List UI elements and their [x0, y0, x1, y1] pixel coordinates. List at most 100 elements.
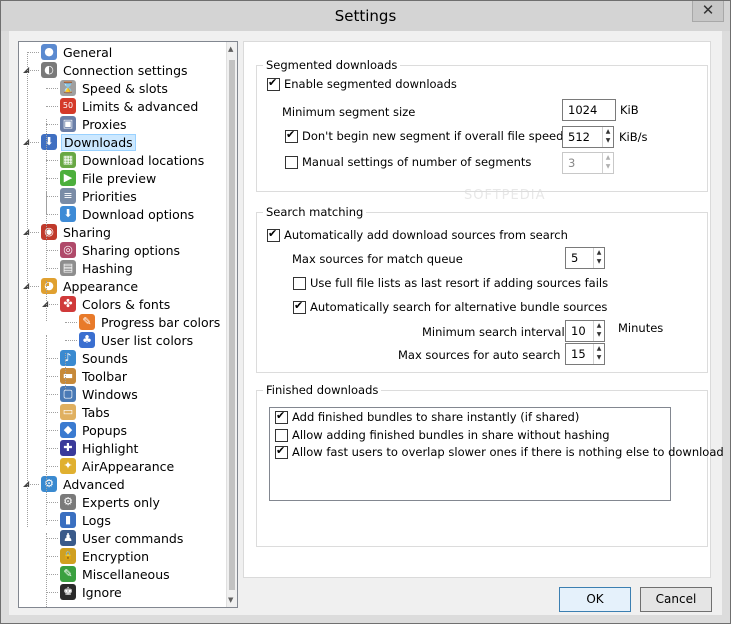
spinner-arrows-icon[interactable]: ▲ ▼ — [593, 344, 604, 364]
scroll-down-icon[interactable]: ▼ — [228, 596, 233, 604]
tree-item-general[interactable]: ● General — [41, 43, 114, 61]
max-queue-spinner[interactable]: 5 ▲ ▼ — [565, 247, 605, 269]
tree-item-encryption[interactable]: 🔒 Encryption — [60, 547, 151, 565]
min-segment-unit: KiB — [620, 103, 639, 117]
checkbox-box[interactable] — [267, 227, 280, 242]
checkbox-label: Enable segmented downloads — [284, 77, 457, 91]
tree-item-advanced[interactable]: ⚙ Advanced — [41, 475, 127, 493]
auto-search-bundle-checkbox[interactable]: Automatically search for alternative bun… — [293, 299, 607, 314]
tree-connector — [46, 592, 58, 593]
tree-connector — [46, 106, 58, 107]
tree-item-progress-bar-colors[interactable]: ✎ Progress bar colors — [79, 313, 222, 331]
full-file-lists-checkbox[interactable]: Use full file lists as last resort if ad… — [293, 276, 608, 290]
tree-item-miscellaneous[interactable]: ✎ Miscellaneous — [60, 565, 172, 583]
tree-item-label: Popups — [82, 422, 128, 438]
tree-item-toolbar[interactable]: ▬ Toolbar — [60, 367, 129, 385]
ok-button[interactable]: OK — [559, 587, 631, 612]
tree-item-file-preview[interactable]: ▶ File preview — [60, 169, 158, 187]
tree-item-label: Windows — [82, 386, 138, 402]
dont-begin-segment-checkbox[interactable]: Don't begin new segment if overall file … — [285, 128, 606, 143]
tree-item-priorities[interactable]: ≡ Priorities — [60, 187, 139, 205]
checkbox-label: Manual settings of number of segments — [302, 155, 532, 169]
tree-item-download-options[interactable]: ⬇ Download options — [60, 205, 196, 223]
group-title: Segmented downloads — [263, 58, 401, 72]
spinner-arrows-icon[interactable]: ▲ ▼ — [602, 127, 613, 147]
tree-item-appearance[interactable]: ◕ Appearance — [41, 277, 140, 295]
tree-item-limits-advanced[interactable]: 50 Limits & advanced — [60, 97, 200, 115]
input-value: 10 — [571, 324, 586, 338]
tree-item-popups[interactable]: ◆ Popups — [60, 421, 129, 439]
tree-scrollbar[interactable]: ▲ ▼ — [226, 42, 237, 607]
tree-item-proxies[interactable]: ▣ Proxies — [60, 115, 129, 133]
tree-item-sharing-options[interactable]: ◎ Sharing options — [60, 241, 182, 259]
tree-item-label: Download locations — [82, 152, 205, 168]
max-auto-sources-label: Max sources for auto search — [398, 348, 561, 362]
tree-item-connection-settings[interactable]: ◐ Connection settings — [41, 61, 190, 79]
checkbox-box[interactable] — [293, 299, 306, 314]
list-item[interactable]: Add finished bundles to share instantly … — [275, 409, 579, 424]
checkbox-box[interactable] — [285, 128, 298, 143]
checkbox-box[interactable] — [275, 409, 288, 424]
cancel-button[interactable]: Cancel — [640, 587, 712, 612]
checkbox-box[interactable] — [267, 76, 280, 91]
list-item[interactable]: Allow adding finished bundles in share w… — [275, 428, 610, 442]
sharing-options-icon: ◎ — [60, 242, 76, 258]
speed-limit-spinner[interactable]: 512 ▲ ▼ — [562, 126, 614, 148]
tree-item-label: AirAppearance — [82, 458, 175, 474]
scroll-up-icon[interactable]: ▲ — [228, 45, 233, 53]
downloads-icon: ⬇ — [41, 134, 57, 150]
checkbox-box[interactable] — [275, 444, 288, 459]
tree-item-label: Downloads — [61, 133, 136, 151]
tree-connector — [46, 358, 58, 359]
checkbox-label: Don't begin new segment if overall file … — [302, 129, 606, 143]
auto-add-sources-checkbox[interactable]: Automatically add download sources from … — [267, 227, 568, 242]
checkbox-box[interactable] — [275, 428, 288, 442]
tree-item-logs[interactable]: ▮ Logs — [60, 511, 113, 529]
tree-item-colors-fonts[interactable]: ✤ Colors & fonts — [60, 295, 172, 313]
finished-options-list[interactable]: Add finished bundles to share instantly … — [269, 407, 724, 501]
advanced-icon: ⚙ — [41, 476, 57, 492]
checkbox-box[interactable] — [285, 155, 298, 169]
tree-item-tabs[interactable]: ▭ Tabs — [60, 403, 112, 421]
scroll-thumb[interactable] — [229, 60, 235, 590]
tree-item-experts-only[interactable]: ⚙ Experts only — [60, 493, 162, 511]
tree-item-ignore[interactable]: ♚ Ignore — [60, 583, 124, 601]
tree-item-sharing[interactable]: ◉ Sharing — [41, 223, 113, 241]
tree-item-user-commands[interactable]: ♟ User commands — [60, 529, 185, 547]
enable-segmented-checkbox[interactable]: Enable segmented downloads — [267, 76, 457, 91]
tree-item-highlight[interactable]: ✚ Highlight — [60, 439, 140, 457]
tree-item-user-list-colors[interactable]: ♣ User list colors — [79, 331, 195, 349]
tree-item-airappearance[interactable]: ✦ AirAppearance — [60, 457, 176, 475]
title-bar[interactable]: Settings ✕ — [1, 1, 730, 31]
spinner-arrows-icon[interactable]: ▲ ▼ — [593, 248, 604, 268]
proxy-icon: ▣ — [60, 116, 76, 132]
tree-connector — [46, 394, 58, 395]
tree-item-hashing[interactable]: ▤ Hashing — [60, 259, 135, 277]
checkbox-box[interactable] — [293, 276, 306, 290]
tree-connector — [46, 88, 58, 89]
tree-item-sounds[interactable]: ♪ Sounds — [60, 349, 130, 367]
max-auto-sources-spinner[interactable]: 15 ▲ ▼ — [565, 343, 605, 365]
air-appearance-icon: ✦ — [60, 458, 76, 474]
tree-connector — [27, 52, 28, 527]
settings-tree[interactable]: ▲ ▼ ● General ◢ ◐ Connection settings ⌛ Speed … — [18, 41, 238, 608]
tree-item-windows[interactable]: ▢ Windows — [60, 385, 140, 403]
sharing-icon: ◉ — [41, 224, 57, 240]
min-segment-size-label: Minimum segment size — [282, 105, 416, 119]
tree-item-label: Speed & slots — [82, 80, 168, 96]
interval-unit: Minutes — [618, 321, 664, 335]
tree-item-label: Proxies — [82, 116, 127, 132]
spinner-arrows-icon[interactable]: ▲ ▼ — [593, 321, 604, 341]
tree-connector — [46, 191, 47, 271]
tree-item-speed-slots[interactable]: ⌛ Speed & slots — [60, 79, 170, 97]
manual-segments-checkbox[interactable]: Manual settings of number of segments — [285, 155, 531, 169]
tree-item-download-locations[interactable]: ▦ Download locations — [60, 151, 206, 169]
min-segment-size-input[interactable]: 1024 — [562, 99, 616, 121]
lock-icon: 🔒 — [60, 548, 76, 564]
tree-item-downloads[interactable]: ⬇ Downloads — [41, 133, 136, 151]
list-item[interactable]: Allow fast users to overlap slower ones … — [275, 444, 724, 459]
tree-item-label: Ignore — [82, 584, 122, 600]
user-list-icon: ♣ — [79, 332, 95, 348]
min-search-interval-spinner[interactable]: 10 ▲ ▼ — [565, 320, 605, 342]
close-button[interactable]: ✕ — [692, 1, 724, 22]
